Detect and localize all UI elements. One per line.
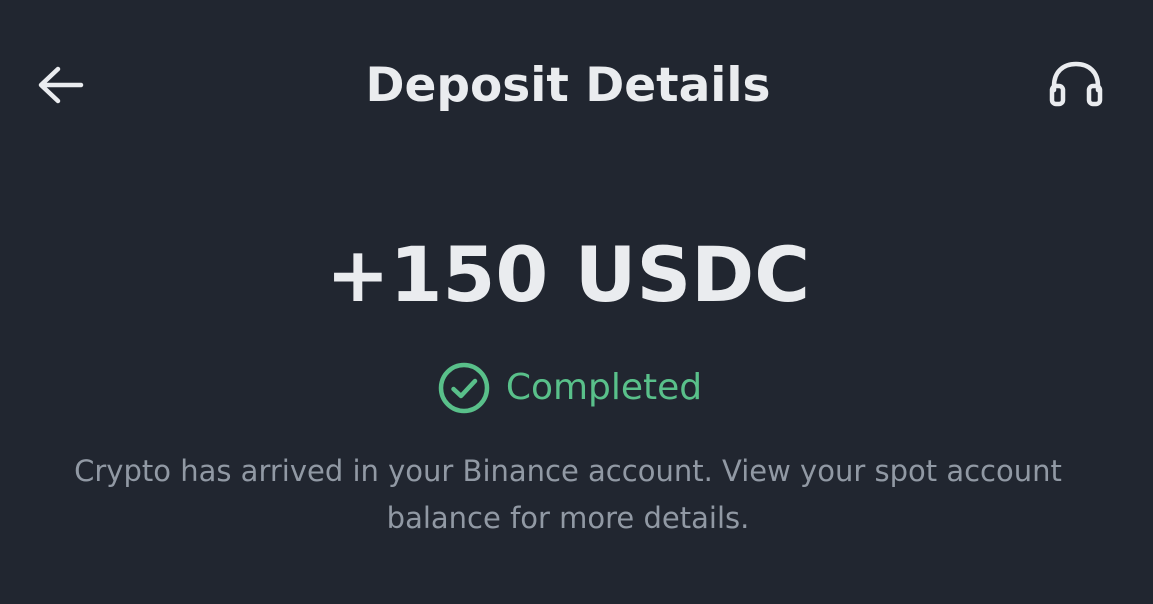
status-description: Crypto has arrived in your Binance accou… [74,454,1062,535]
headset-icon [1049,61,1103,107]
page-title: Deposit Details [365,58,771,113]
support-button[interactable] [1046,60,1106,110]
check-circle-icon [438,362,490,414]
header-bar: Deposit Details [0,0,1153,175]
status-label: Completed [505,367,703,408]
status-row: Completed [0,360,1140,416]
deposit-amount: +150 USDC [325,230,811,319]
